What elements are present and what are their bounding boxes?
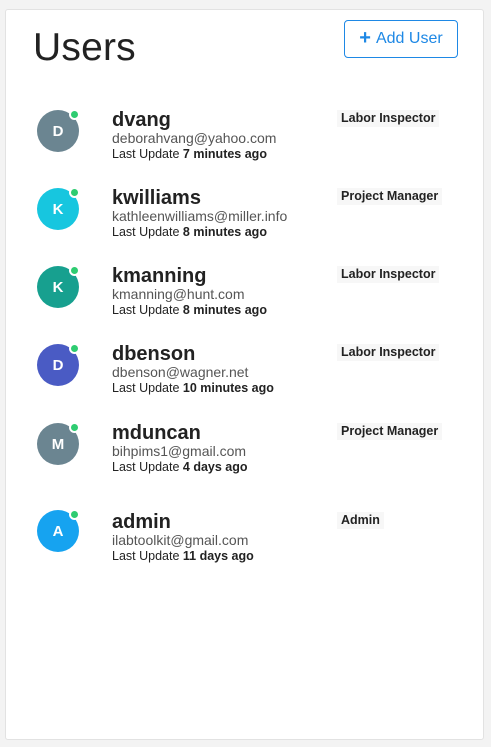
email: kmanning@hunt.com: [112, 286, 245, 302]
email: kathleenwilliams@miller.info: [112, 208, 288, 224]
avatar: K: [37, 187, 80, 230]
avatar-initial: K: [52, 278, 64, 296]
last-update: Last Update 8 minutes ago: [112, 225, 267, 239]
avatar-initial: M: [51, 435, 65, 453]
avatar-initial: K: [52, 200, 64, 218]
users-card: Users + Add User D dvang deborahvang@yah…: [5, 9, 484, 740]
last-update: Last Update 4 days ago: [112, 460, 248, 474]
username: kwilliams: [112, 187, 201, 209]
role-badge: Labor Inspector: [337, 344, 440, 361]
avatar-initial: D: [52, 122, 64, 140]
avatar-initial: D: [52, 356, 64, 374]
avatar: M: [37, 422, 80, 465]
last-update-value: 8 minutes ago: [182, 303, 267, 317]
username: dvang: [112, 109, 171, 131]
username: admin: [112, 511, 171, 533]
online-status-icon: [69, 343, 80, 354]
username: mduncan: [112, 422, 201, 444]
online-status-icon: [69, 187, 80, 198]
last-update: Last Update 10 minutes ago: [112, 381, 274, 395]
avatar: D: [37, 343, 80, 386]
role-badge: Admin: [337, 512, 384, 529]
email: dbenson@wagner.net: [112, 364, 249, 380]
role-badge: Labor Inspector: [337, 266, 440, 283]
last-update-value: 10 minutes ago: [182, 381, 274, 395]
avatar: K: [37, 265, 80, 308]
username: dbenson: [112, 343, 196, 365]
online-status-icon: [69, 509, 80, 520]
last-update: Last Update 7 minutes ago: [112, 147, 267, 161]
last-update-value: 11 days ago: [182, 549, 254, 563]
last-update: Last Update 11 days ago: [112, 549, 254, 563]
email: bihpims1@gmail.com: [112, 443, 247, 459]
user-row-admin[interactable]: A admin ilabtoolkit@gmail.com Last Updat…: [6, 509, 483, 579]
user-row-dvang[interactable]: D dvang deborahvang@yahoo.com Last Updat…: [6, 107, 483, 177]
page-title: Users: [33, 26, 136, 69]
email: deborahvang@yahoo.com: [112, 130, 277, 146]
last-update-value: 4 days ago: [182, 460, 248, 474]
user-row-kmanning[interactable]: K kmanning kmanning@hunt.com Last Update…: [6, 263, 483, 333]
online-status-icon: [69, 422, 80, 433]
avatar-initial: A: [52, 522, 64, 540]
user-row-mduncan[interactable]: M mduncan bihpims1@gmail.com Last Update…: [6, 420, 483, 490]
add-user-label: Add User: [375, 30, 443, 47]
email: ilabtoolkit@gmail.com: [112, 532, 249, 548]
last-update: Last Update 8 minutes ago: [112, 303, 267, 317]
user-row-dbenson[interactable]: D dbenson dbenson@wagner.net Last Update…: [6, 341, 483, 411]
last-update-value: 7 minutes ago: [182, 147, 267, 161]
avatar: D: [37, 109, 80, 152]
online-status-icon: [69, 109, 80, 120]
role-badge: Project Manager: [337, 423, 443, 440]
username: kmanning: [112, 265, 207, 287]
plus-icon: +: [359, 27, 371, 49]
online-status-icon: [69, 265, 80, 276]
last-update-value: 8 minutes ago: [182, 225, 267, 239]
add-user-button[interactable]: + Add User: [344, 20, 458, 58]
avatar: A: [37, 509, 80, 552]
role-badge: Project Manager: [337, 188, 443, 205]
role-badge: Labor Inspector: [337, 110, 440, 127]
user-row-kwilliams[interactable]: K kwilliams kathleenwilliams@miller.info…: [6, 185, 483, 255]
